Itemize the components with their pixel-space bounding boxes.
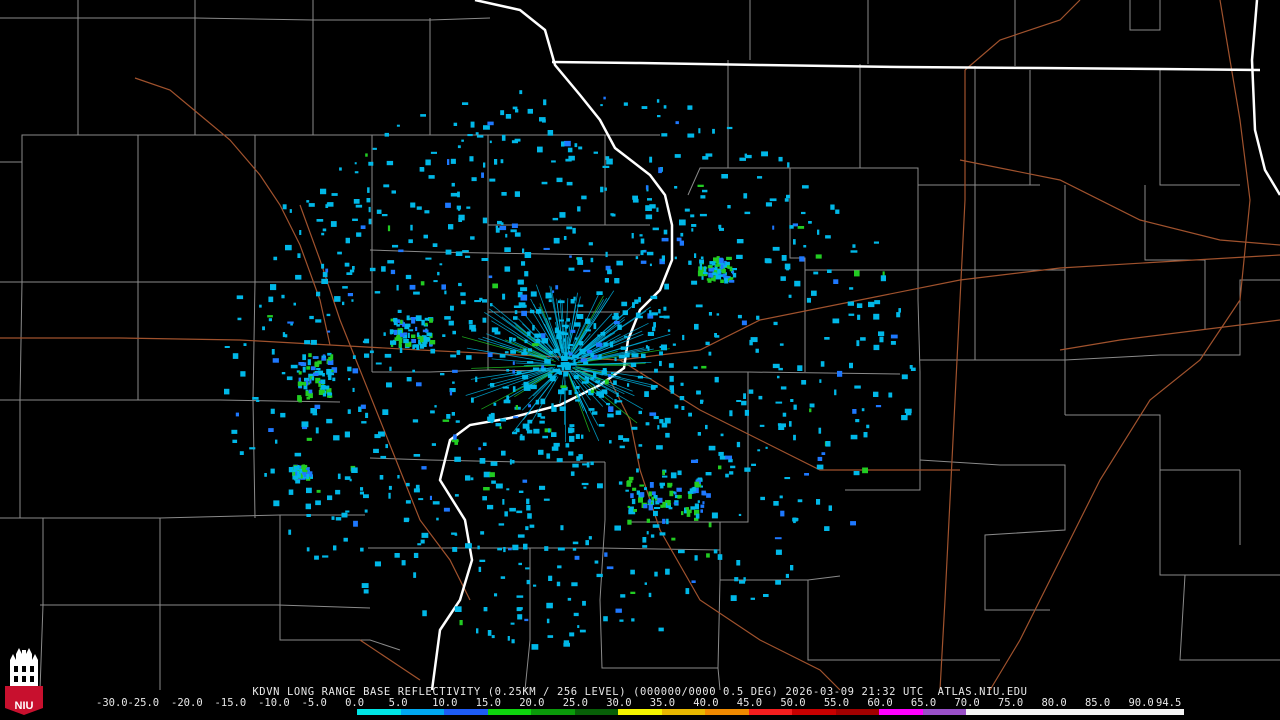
legend-swatch — [1053, 709, 1097, 715]
legend-swatch — [357, 709, 401, 715]
legend-swatch — [270, 709, 314, 715]
legend-tick-label: -30.0 — [96, 697, 128, 709]
legend-tick-label: 60.0 — [867, 697, 893, 709]
legend-swatch — [1009, 709, 1054, 715]
legend-tick-label: 25.0 — [562, 697, 589, 709]
legend-tick-label: 55.0 — [823, 697, 850, 709]
legend-swatch — [966, 709, 1010, 715]
legend-color-bar — [96, 709, 1184, 715]
legend-swatch — [226, 709, 271, 715]
legend-tick-label: 90.0 — [1128, 697, 1154, 709]
legend-tick-label: 70.0 — [954, 697, 980, 709]
legend-tick-label: 30.0 — [606, 697, 632, 709]
legend-tick-label: 85.0 — [1084, 697, 1111, 709]
legend-tick-label: 5.0 — [388, 697, 408, 709]
legend-swatch — [96, 709, 140, 715]
legend-tick-label: 94.5 — [1156, 697, 1182, 709]
legend-swatch — [661, 709, 706, 715]
legend-swatch — [922, 709, 967, 715]
legend-tick-label: 15.0 — [475, 697, 501, 709]
legend-swatch — [139, 709, 184, 715]
legend-tick-label: 20.0 — [519, 697, 545, 709]
legend-tick-label: 65.0 — [910, 697, 937, 709]
legend-tick-label: 50.0 — [780, 697, 806, 709]
legend-tick-label: 40.0 — [693, 697, 719, 709]
legend-tick-label: -20.0 — [171, 697, 203, 709]
legend-tick-label: -5.0 — [301, 697, 327, 709]
legend-tick-label: 80.0 — [1041, 697, 1067, 709]
legend-swatch — [748, 709, 793, 715]
legend-tick-label: 45.0 — [736, 697, 763, 709]
legend-swatch — [487, 709, 532, 715]
legend-swatch — [183, 709, 227, 715]
legend-swatch — [879, 709, 923, 715]
legend-tick-label: 35.0 — [649, 697, 676, 709]
radar-map — [0, 0, 1280, 720]
legend-swatch — [835, 709, 880, 715]
legend-tick-label: -25.0 — [127, 697, 160, 709]
legend-swatch — [444, 709, 488, 715]
legend-tick-label: 0.0 — [345, 697, 365, 709]
legend-swatch — [1096, 709, 1141, 715]
legend-swatch — [1140, 709, 1184, 715]
legend-swatch — [313, 709, 358, 715]
legend-swatch — [400, 709, 445, 715]
legend-swatch — [531, 709, 575, 715]
legend-tick-label: 75.0 — [997, 697, 1024, 709]
legend-scale-labels: -30.0 -25.0 -20.0 -15.0 -10.0 -5.0 0.0 5.0 10.0 1… — [96, 697, 1186, 709]
legend-swatch — [792, 709, 836, 715]
legend-swatch — [705, 709, 749, 715]
niu-logo-text: NIU — [14, 700, 34, 712]
legend-tick-label: -10.0 — [258, 697, 290, 709]
legend-tick-label: 10.0 — [432, 697, 458, 709]
legend-swatch — [618, 709, 662, 715]
legend-tick-label: -15.0 — [214, 697, 247, 709]
legend-swatch — [574, 709, 619, 715]
